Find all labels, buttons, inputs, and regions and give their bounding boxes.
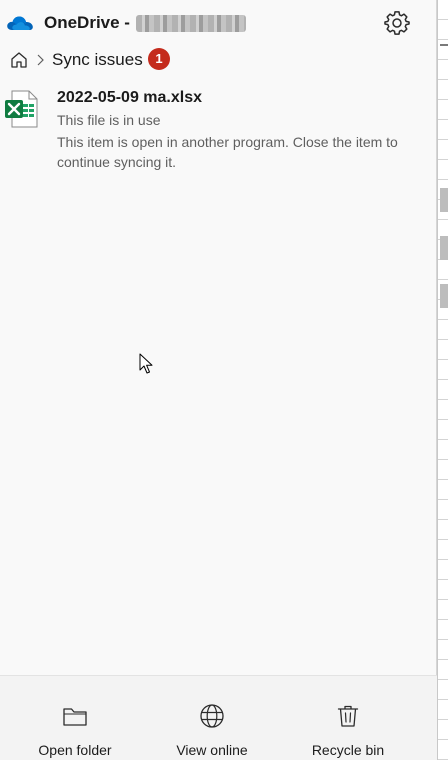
onedrive-cloud-icon bbox=[7, 16, 33, 30]
background-app-line bbox=[440, 44, 448, 46]
onedrive-flyout: OneDrive - Sync issues 1 2022-05-09 ma.x… bbox=[0, 0, 437, 760]
background-app-cell bbox=[440, 236, 448, 260]
recycle-bin-label: Recycle bin bbox=[311, 742, 385, 758]
background-app-edge bbox=[437, 0, 448, 760]
gear-icon[interactable] bbox=[383, 9, 411, 37]
sync-issue-item[interactable]: 2022-05-09 ma.xlsx This file is in use T… bbox=[0, 84, 437, 176]
file-name: 2022-05-09 ma.xlsx bbox=[57, 89, 202, 106]
file-message: This item is open in another program. Cl… bbox=[57, 134, 398, 170]
background-app-cell bbox=[440, 188, 448, 212]
file-status: This file is in use bbox=[57, 112, 161, 128]
background-app-cell bbox=[440, 284, 448, 308]
footer-bar: Open folder View online Recycle bin bbox=[0, 675, 437, 760]
flyout-header: OneDrive - bbox=[0, 0, 437, 46]
open-folder-button[interactable]: Open folder bbox=[10, 676, 140, 761]
excel-file-icon bbox=[5, 90, 38, 128]
chevron-right-icon bbox=[37, 54, 44, 66]
trash-icon bbox=[337, 705, 359, 727]
folder-icon bbox=[63, 708, 87, 726]
open-folder-label: Open folder bbox=[38, 742, 112, 758]
account-name-redacted bbox=[136, 15, 246, 32]
app-title: OneDrive - bbox=[44, 13, 130, 32]
breadcrumb: Sync issues 1 bbox=[0, 46, 437, 74]
globe-icon bbox=[200, 704, 224, 728]
view-online-button[interactable]: View online bbox=[147, 676, 277, 761]
home-icon[interactable] bbox=[9, 50, 29, 70]
issue-count-badge: 1 bbox=[148, 48, 170, 70]
breadcrumb-current: Sync issues bbox=[52, 50, 143, 69]
mouse-cursor-icon bbox=[139, 353, 153, 374]
view-online-label: View online bbox=[176, 742, 248, 758]
recycle-bin-button[interactable]: Recycle bin bbox=[283, 676, 413, 761]
